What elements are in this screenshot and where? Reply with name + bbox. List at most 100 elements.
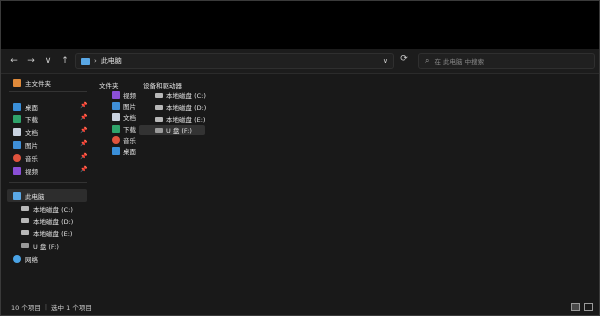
music-icon	[13, 153, 21, 162]
video-icon	[13, 166, 21, 175]
folder-item-desktop[interactable]: 桌面	[112, 146, 136, 156]
device-item-drive-c[interactable]: 本地磁盘 (C:)	[155, 90, 206, 100]
tiles-view-icon[interactable]	[584, 303, 593, 311]
device-item-label: U 盘 (F:)	[166, 127, 192, 135]
sidebar-item-label: 此电脑	[25, 192, 45, 201]
sidebar-item-label: 桌面	[25, 103, 38, 112]
file-explorer-window: ← → ∨ ↑ › 此电脑 ∨ ⟳ ⌕ 在 此电脑 中搜索 主文件夹 桌面 📌 …	[0, 0, 600, 316]
pin-icon[interactable]: 📌	[80, 102, 87, 109]
device-item-label: 本地磁盘 (C:)	[166, 92, 206, 100]
folder-item-label: 视频	[123, 92, 136, 100]
sidebar-item-label: 图片	[25, 141, 38, 150]
folder-item-label: 下载	[123, 126, 136, 134]
network-icon	[13, 254, 21, 263]
folder-item-label: 图片	[123, 103, 136, 111]
pin-icon[interactable]: 📌	[80, 114, 87, 121]
drive-icon	[155, 92, 163, 98]
folder-item-label: 音乐	[123, 137, 136, 145]
address-field[interactable]: › 此电脑 ∨	[75, 53, 394, 69]
navigation-pane: 主文件夹 桌面 📌 下载 📌 文档 📌 图片 📌 音乐 📌 视频 📌 此电脑 本…	[1, 74, 91, 299]
sidebar-item-documents[interactable]: 文档	[13, 126, 38, 137]
item-count: 10 个项目	[11, 304, 41, 312]
content-pane: 文件夹 视频 图片 文档 下载 音乐 桌面 设备和驱动器 本地磁盘 (C:) 本…	[91, 74, 599, 299]
drive-icon	[155, 116, 163, 122]
download-icon	[13, 114, 21, 123]
folder-item-downloads[interactable]: 下载	[112, 124, 136, 134]
sidebar-item-label: 网络	[25, 255, 38, 264]
sidebar-item-label: 主文件夹	[25, 79, 51, 88]
breadcrumb-this-pc[interactable]: 此电脑	[101, 56, 122, 66]
folder-item-pictures[interactable]: 图片	[112, 101, 136, 111]
folder-item-videos[interactable]: 视频	[112, 90, 136, 100]
sidebar-item-this-pc[interactable]: 此电脑	[13, 190, 45, 201]
sidebar-item-music[interactable]: 音乐	[13, 152, 38, 163]
desktop-icon	[112, 147, 120, 155]
search-placeholder: 在 此电脑 中搜索	[434, 58, 485, 66]
device-item-label: 本地磁盘 (D:)	[166, 104, 207, 112]
folder-item-documents[interactable]: 文档	[112, 112, 136, 122]
usb-drive-icon	[21, 243, 29, 248]
this-pc-icon	[13, 191, 21, 200]
navigation-bar: ← → ∨ ↑ › 此电脑 ∨ ⟳ ⌕ 在 此电脑 中搜索	[1, 49, 599, 74]
back-button[interactable]: ←	[7, 54, 21, 68]
folder-item-label: 桌面	[123, 148, 136, 156]
device-item-drive-e[interactable]: 本地磁盘 (E:)	[155, 114, 205, 124]
selection-count: 选中 1 个项目	[51, 304, 92, 312]
search-icon: ⌕	[425, 56, 430, 65]
status-bar: 10 个项目 | 选中 1 个项目	[1, 299, 599, 315]
pin-icon[interactable]: 📌	[80, 166, 87, 173]
download-icon	[112, 125, 120, 133]
pin-icon[interactable]: 📌	[80, 140, 87, 147]
pin-icon[interactable]: 📌	[80, 127, 87, 134]
view-switcher	[571, 303, 593, 311]
folders-group-header[interactable]: 文件夹	[99, 80, 119, 90]
pictures-icon	[13, 140, 21, 149]
sidebar-divider	[9, 182, 87, 183]
status-separator: |	[44, 303, 48, 311]
breadcrumb-separator[interactable]: ›	[94, 57, 97, 65]
sidebar-divider	[9, 91, 87, 92]
search-input[interactable]: ⌕ 在 此电脑 中搜索	[418, 53, 595, 69]
device-item-usb-f[interactable]: U 盘 (F:)	[155, 125, 192, 135]
document-icon	[13, 127, 21, 136]
folder-item-music[interactable]: 音乐	[112, 135, 136, 145]
sidebar-item-drive-e[interactable]: 本地磁盘 (E:)	[21, 227, 72, 238]
sidebar-item-usb-f[interactable]: U 盘 (F:)	[21, 240, 59, 251]
sidebar-item-desktop[interactable]: 桌面	[13, 101, 38, 112]
forward-button[interactable]: →	[24, 54, 38, 68]
address-dropdown-button[interactable]: ∨	[383, 57, 388, 65]
folder-item-label: 文档	[123, 114, 136, 122]
sidebar-item-downloads[interactable]: 下载	[13, 113, 38, 124]
sidebar-item-pictures[interactable]: 图片	[13, 139, 38, 150]
sidebar-item-label: U 盘 (F:)	[33, 242, 59, 251]
recent-locations-button[interactable]: ∨	[41, 54, 55, 68]
sidebar-item-label: 本地磁盘 (C:)	[33, 205, 73, 214]
drive-icon	[21, 230, 29, 235]
sidebar-item-drive-c[interactable]: 本地磁盘 (C:)	[21, 203, 73, 214]
pin-icon[interactable]: 📌	[80, 153, 87, 160]
home-icon	[13, 78, 21, 87]
refresh-button[interactable]: ⟳	[397, 54, 411, 68]
up-button[interactable]: ↑	[58, 54, 72, 68]
sidebar-item-videos[interactable]: 视频	[13, 165, 38, 176]
sidebar-item-label: 本地磁盘 (D:)	[33, 217, 74, 226]
drive-icon	[21, 206, 29, 211]
details-view-icon[interactable]	[571, 303, 580, 311]
drive-icon	[155, 104, 163, 110]
devices-group-header[interactable]: 设备和驱动器	[143, 80, 182, 90]
drive-icon	[21, 218, 29, 223]
pictures-icon	[112, 102, 120, 110]
device-item-drive-d[interactable]: 本地磁盘 (D:)	[155, 102, 206, 112]
sidebar-item-label: 本地磁盘 (E:)	[33, 229, 73, 238]
sidebar-item-drive-d[interactable]: 本地磁盘 (D:)	[21, 215, 73, 226]
sidebar-item-label: 视频	[25, 167, 38, 176]
music-icon	[112, 136, 120, 144]
document-icon	[112, 113, 120, 121]
sidebar-item-home[interactable]: 主文件夹	[13, 77, 51, 88]
sidebar-item-network[interactable]: 网络	[13, 253, 38, 264]
title-bar[interactable]	[1, 1, 599, 49]
sidebar-item-label: 音乐	[25, 154, 38, 163]
desktop-icon	[13, 102, 21, 111]
sidebar-item-label: 下载	[25, 115, 38, 124]
device-item-label: 本地磁盘 (E:)	[166, 116, 206, 124]
